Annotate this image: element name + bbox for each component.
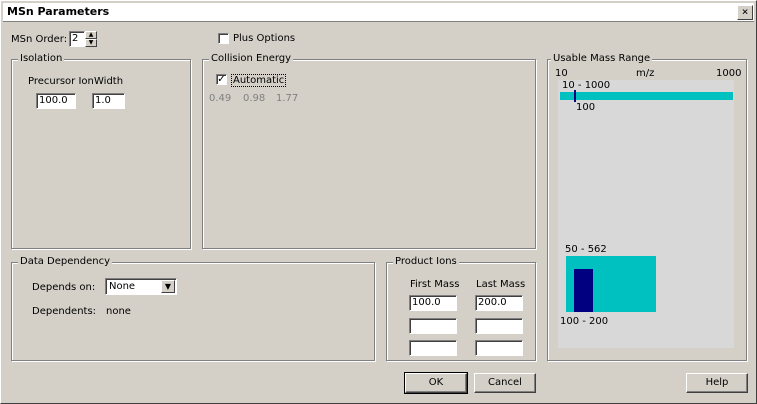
top-marker-label: 100 [576, 102, 596, 113]
collision-value-1: 0.49 [209, 93, 232, 104]
usable-mass-range-group: Usable Mass Range 10 m/z 1000 10 - 1000 … [547, 53, 747, 361]
last-mass-input-3[interactable] [475, 340, 523, 356]
msn-order-spinner[interactable]: ▲ ▼ [85, 31, 97, 47]
spin-down-icon[interactable]: ▼ [85, 39, 97, 47]
first-mass-input-2[interactable] [409, 318, 457, 334]
collision-value-2: 0.98 [243, 93, 266, 104]
help-button[interactable]: Help [686, 373, 748, 393]
axis-unit-label: m/z [636, 68, 655, 79]
product-ions-group: Product Ions First Mass Last Mass 100.0 … [386, 256, 536, 361]
precursor-ion-label: Precursor Ion [28, 76, 94, 87]
dependents-value: none [106, 306, 131, 317]
precursor-ion-input[interactable]: 100.0 [36, 93, 76, 109]
lower-bottom-label: 100 - 200 [560, 316, 609, 327]
width-input[interactable]: 1.0 [92, 93, 125, 109]
msn-order-input[interactable]: 2 [69, 31, 85, 47]
last-mass-input-1[interactable]: 200.0 [475, 295, 523, 311]
top-range-bar [560, 92, 733, 100]
cancel-button[interactable]: Cancel [474, 373, 536, 393]
automatic-label: Automatic [231, 74, 287, 87]
axis-min-label: 10 [555, 68, 568, 79]
depends-on-value: None [109, 281, 136, 292]
isolation-group: Isolation Precursor Ion Width 100.0 1.0 [11, 53, 191, 249]
chevron-down-icon[interactable]: ▼ [161, 280, 175, 293]
title-bar: MSn Parameters × [3, 3, 754, 22]
msn-parameters-dialog: MSn Parameters × MSn Order: 2 ▲ ▼ Plus O… [0, 0, 757, 404]
close-button[interactable]: × [737, 5, 753, 20]
spin-up-icon[interactable]: ▲ [85, 31, 97, 39]
last-mass-label: Last Mass [476, 279, 526, 290]
ok-button[interactable]: OK [404, 372, 468, 394]
data-dependency-group: Data Dependency Depends on: None ▼ Depen… [11, 256, 375, 361]
data-dependency-title: Data Dependency [18, 256, 112, 267]
msn-order-label: MSn Order: [11, 34, 68, 45]
axis-max-label: 1000 [716, 68, 742, 79]
width-label: Width [94, 76, 124, 87]
collision-energy-group: Collision Energy ✓ Automatic 0.49 0.98 1… [202, 53, 536, 249]
mass-range-plot: 10 - 1000 100 50 - 562 100 - 200 [558, 80, 734, 348]
isolation-title: Isolation [18, 53, 65, 64]
top-range-label: 10 - 1000 [562, 80, 611, 91]
usable-mass-range-title: Usable Mass Range [551, 53, 653, 64]
plus-options-checkbox[interactable] [218, 33, 229, 44]
collision-energy-title: Collision Energy [209, 53, 294, 64]
product-ions-title: Product Ions [393, 256, 459, 267]
plus-options-label: Plus Options [233, 33, 296, 44]
top-range-marker [574, 90, 576, 102]
collision-value-3: 1.77 [276, 93, 299, 104]
first-mass-input-1[interactable]: 100.0 [409, 295, 457, 311]
lower-range-label: 50 - 562 [565, 244, 607, 255]
window-title: MSn Parameters [7, 5, 110, 18]
depends-on-select[interactable]: None ▼ [105, 278, 177, 295]
first-mass-label: First Mass [410, 279, 460, 290]
depends-on-label: Depends on: [32, 282, 96, 293]
dependents-label: Dependents: [32, 306, 97, 317]
first-mass-input-3[interactable] [409, 340, 457, 356]
last-mass-input-2[interactable] [475, 318, 523, 334]
lower-range-marker [574, 269, 593, 312]
automatic-checkbox[interactable]: ✓ [216, 74, 227, 85]
